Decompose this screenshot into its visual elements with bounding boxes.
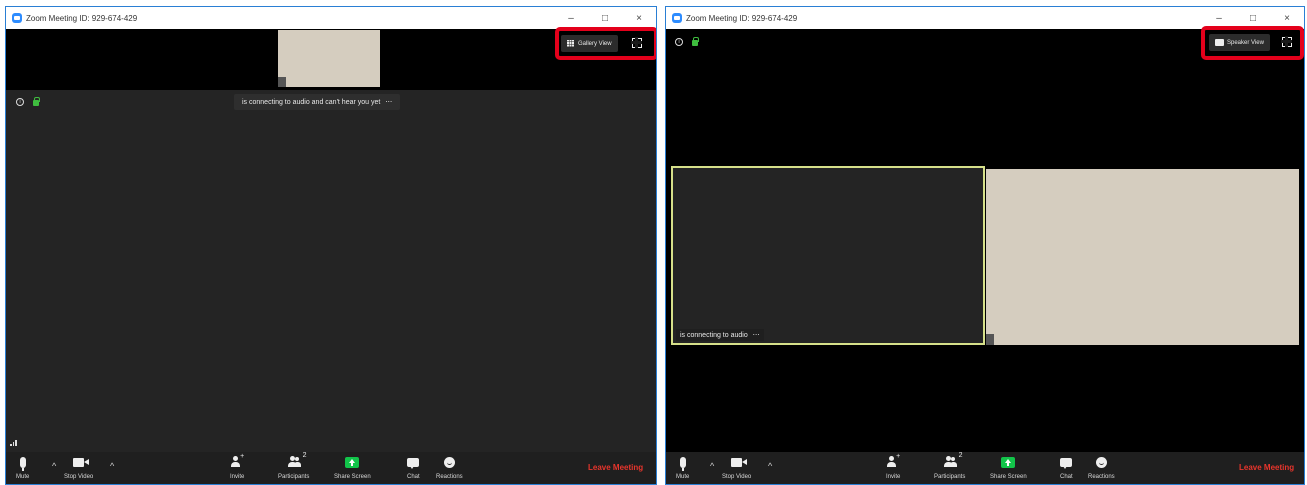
highlight-box	[1201, 26, 1304, 60]
participants-icon: 2	[287, 452, 307, 468]
participants-icon: 2	[943, 452, 963, 468]
participants-label: Participants	[278, 474, 310, 480]
share-screen-icon	[1001, 456, 1016, 468]
share-screen-button[interactable]: Share Screen	[990, 454, 1027, 480]
audio-status-text: is connecting to audio and can't hear yo…	[242, 99, 381, 106]
mute-label: Mute	[676, 474, 690, 480]
invite-button[interactable]: + Invite	[230, 453, 245, 480]
leave-meeting-button[interactable]: Leave Meeting	[1239, 463, 1294, 472]
video-camera-icon	[731, 457, 748, 467]
window-title: Zoom Meeting ID: 929-674-429	[686, 13, 798, 23]
chat-label: Chat	[1060, 474, 1073, 480]
more-icon[interactable]: ⋯	[753, 332, 760, 339]
window-title: Zoom Meeting ID: 929-674-429	[26, 13, 138, 23]
close-button[interactable]: ×	[622, 7, 656, 29]
microphone-icon	[679, 456, 686, 471]
zoom-window-gallery-view: Zoom Meeting ID: 929-674-429 – □ × i Spe…	[665, 6, 1305, 485]
mute-button[interactable]: Mute	[676, 454, 689, 480]
more-icon[interactable]: ⋯	[385, 99, 392, 106]
share-screen-label: Share Screen	[990, 474, 1027, 480]
leave-meeting-button[interactable]: Leave Meeting	[588, 463, 643, 472]
reactions-button[interactable]: Reactions	[436, 454, 463, 480]
zoom-app-icon	[672, 13, 682, 23]
active-speaker-area: i is connecting to audio and can't hear …	[6, 90, 656, 452]
video-options-caret-icon[interactable]: ^	[110, 461, 114, 471]
microphone-icon	[19, 456, 26, 471]
gallery-tile-participant[interactable]	[986, 169, 1299, 345]
chat-button[interactable]: Chat	[407, 454, 420, 480]
window-titlebar: Zoom Meeting ID: 929-674-429 – □ ×	[6, 7, 656, 29]
tile-name-label: is connecting to audio ⋯	[676, 329, 764, 341]
chat-label: Chat	[407, 474, 420, 480]
stop-video-label: Stop Video	[722, 474, 752, 480]
participants-button[interactable]: 2 Participants	[934, 452, 966, 480]
info-icon[interactable]: i	[675, 38, 683, 46]
chat-icon	[1060, 457, 1073, 469]
share-screen-icon	[345, 456, 360, 468]
meeting-toolbar: Mute ^ Stop Video ^ + Invite 2 Participa…	[666, 452, 1304, 484]
stop-video-label: Stop Video	[64, 474, 94, 480]
meeting-area: Gallery View i is connecting to audio an…	[6, 27, 656, 452]
maximize-button[interactable]: □	[588, 7, 622, 29]
reactions-label: Reactions	[436, 474, 463, 480]
tile-status-text: is connecting to audio	[680, 332, 748, 339]
highlight-box	[555, 27, 656, 60]
mute-label: Mute	[16, 474, 30, 480]
stop-video-button[interactable]: Stop Video	[722, 454, 751, 480]
lock-icon[interactable]	[692, 37, 699, 46]
meeting-toolbar: Mute ^ Stop Video ^ + Invite 2 Participa…	[6, 452, 656, 484]
share-screen-label: Share Screen	[334, 474, 371, 480]
audio-options-caret-icon[interactable]: ^	[52, 461, 56, 471]
minimize-button[interactable]: –	[554, 7, 588, 29]
participants-count: 2	[958, 452, 963, 459]
participants-label: Participants	[934, 474, 966, 480]
chat-icon	[407, 457, 420, 469]
mute-button[interactable]: Mute	[16, 454, 29, 480]
video-camera-icon	[73, 457, 90, 467]
reactions-icon	[443, 456, 455, 468]
participant-thumbnail[interactable]	[278, 30, 380, 87]
audio-options-caret-icon[interactable]: ^	[710, 461, 714, 471]
reactions-icon	[1095, 456, 1107, 468]
reactions-button[interactable]: Reactions	[1088, 454, 1115, 480]
invite-button[interactable]: + Invite	[886, 453, 901, 480]
invite-label: Invite	[886, 474, 901, 480]
add-person-icon: +	[886, 453, 900, 468]
zoom-app-icon	[12, 13, 22, 23]
add-person-icon: +	[230, 453, 244, 468]
share-screen-button[interactable]: Share Screen	[334, 454, 371, 480]
chat-button[interactable]: Chat	[1060, 454, 1073, 480]
meeting-area: i Speaker View is connecting to audio ⋯	[666, 26, 1304, 452]
zoom-window-speaker-view: Zoom Meeting ID: 929-674-429 – □ × Galle…	[5, 6, 657, 485]
info-icon[interactable]: i	[16, 98, 24, 106]
audio-status-message: is connecting to audio and can't hear yo…	[234, 94, 401, 110]
stop-video-button[interactable]: Stop Video	[64, 454, 93, 480]
gallery-tile-active-speaker[interactable]: is connecting to audio ⋯	[671, 166, 985, 345]
lock-icon[interactable]	[33, 97, 40, 106]
video-options-caret-icon[interactable]: ^	[768, 461, 772, 471]
thumbnail-corner	[278, 77, 286, 87]
participants-count: 2	[302, 452, 307, 459]
reactions-label: Reactions	[1088, 474, 1115, 480]
invite-label: Invite	[230, 474, 245, 480]
participants-button[interactable]: 2 Participants	[278, 452, 310, 480]
tile-corner	[986, 334, 994, 345]
signal-icon	[10, 440, 18, 446]
thumbnail-strip: Gallery View	[6, 27, 656, 89]
